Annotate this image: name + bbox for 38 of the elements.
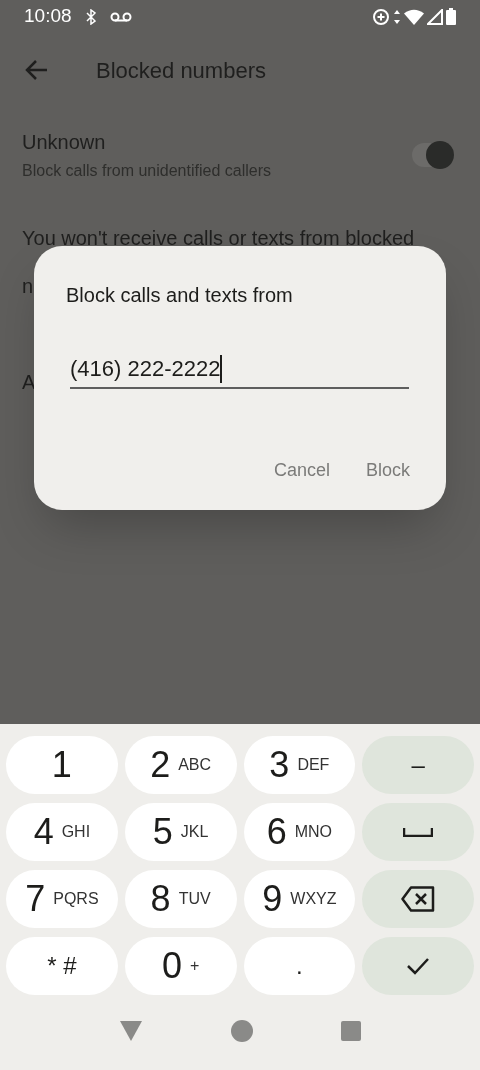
wifi-icon	[404, 8, 424, 25]
setting-title: Unknown	[22, 130, 107, 155]
digit-key[interactable]: 0 +	[124, 937, 237, 995]
checkmark-icon	[406, 957, 431, 975]
digit-key[interactable]: 9 WXYZ	[243, 870, 356, 928]
digit-key[interactable]: 3 DEF	[243, 736, 356, 794]
status-time: 10:08	[24, 4, 72, 29]
dash-key[interactable]: –	[362, 736, 474, 794]
digit-key[interactable]: 6 MNO	[243, 803, 356, 861]
back-arrow-icon[interactable]	[24, 59, 48, 81]
symbol-key[interactable]: .	[243, 937, 356, 995]
back-nav-icon[interactable]	[119, 1019, 143, 1042]
recents-nav-icon[interactable]	[341, 1020, 361, 1041]
add-number-text: A	[22, 370, 36, 395]
toggle-switch[interactable]	[412, 143, 454, 167]
digit-key[interactable]: 4 GHI	[6, 803, 118, 861]
digit-key[interactable]: 8 TUV	[124, 870, 237, 928]
info-text: n	[22, 274, 34, 299]
digit-key[interactable]: 7 PQRS	[6, 870, 118, 928]
space-icon	[403, 827, 434, 837]
info-text: You won't receive calls or texts from blocked	[22, 226, 416, 251]
backspace-icon	[401, 886, 436, 912]
home-nav-icon[interactable]	[231, 1019, 253, 1042]
data-arrows-icon	[393, 8, 401, 25]
digit-key[interactable]: 1	[6, 736, 118, 794]
signal-icon	[427, 8, 443, 25]
voicemail-icon	[109, 11, 132, 22]
data-saver-icon	[372, 7, 390, 26]
dialog-title: Block calls and texts from	[66, 283, 293, 308]
digit-key[interactable]: 2 ABC	[124, 736, 237, 794]
dialog-button[interactable]: Block	[366, 457, 410, 484]
digit-key[interactable]: 5 JKL	[124, 803, 237, 861]
dialog-button[interactable]: Cancel	[273, 457, 330, 484]
phone-input-field[interactable]: (416) 222-2222	[70, 352, 409, 389]
page-title: Blocked numbers	[96, 56, 266, 85]
bluetooth-icon	[85, 8, 96, 25]
battery-icon	[446, 8, 456, 25]
symbol-key[interactable]: * #	[6, 937, 118, 995]
